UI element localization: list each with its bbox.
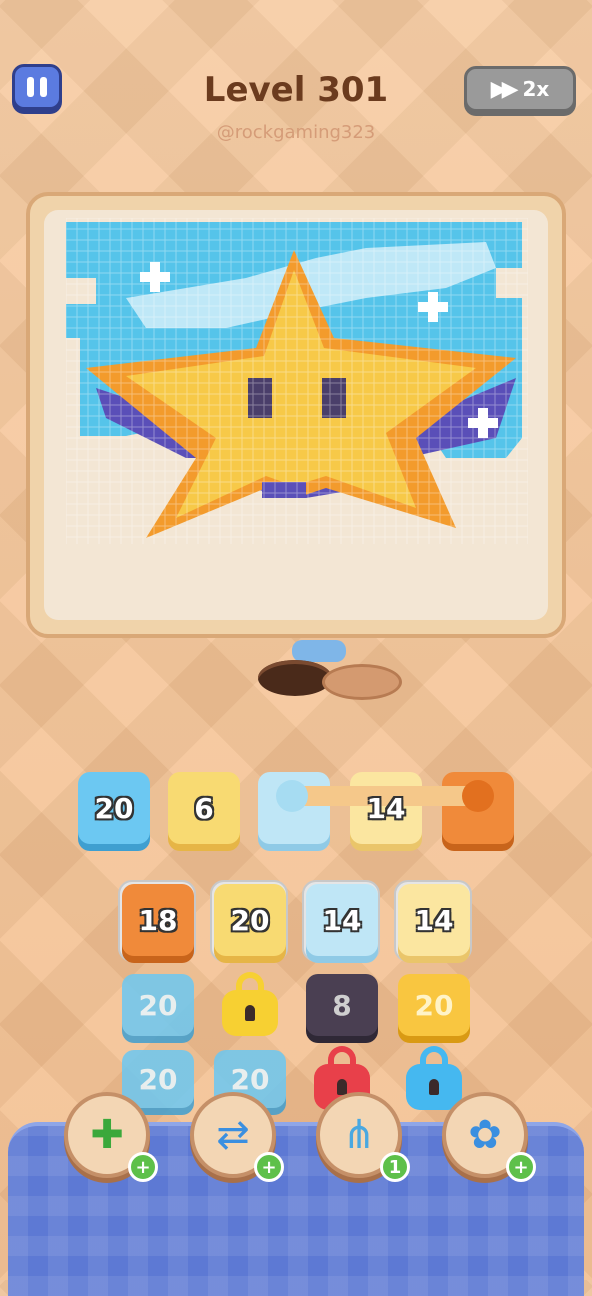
grid-tile-r2c3[interactable]: 8 bbox=[306, 974, 378, 1036]
speed-toggle-button[interactable]: ▶▶ 2x bbox=[464, 66, 576, 112]
connector-knob-right bbox=[462, 780, 494, 812]
queue-tile-4-label: 14 bbox=[366, 791, 406, 825]
fast-forward-icon: ▶▶ bbox=[490, 76, 519, 102]
blue-lock-icon bbox=[406, 1046, 462, 1110]
shuffle-plus-badge: + bbox=[254, 1152, 284, 1182]
grid-tile-r2c1[interactable]: 20 bbox=[122, 974, 194, 1036]
crab-mascot bbox=[292, 640, 346, 662]
queue-tile-1[interactable]: 20 bbox=[78, 772, 150, 844]
pixel-star-artwork bbox=[66, 218, 528, 544]
username-watermark: @rockgaming323 bbox=[216, 122, 376, 143]
grid-tile-r1c3[interactable]: 14 bbox=[306, 884, 378, 956]
yellow-lock-icon bbox=[222, 972, 278, 1036]
claw-magnet-icon: ⋔ bbox=[342, 1112, 376, 1158]
flower-gear-icon: ✿ bbox=[468, 1112, 502, 1158]
grid-tile-r3c1[interactable]: 20 bbox=[122, 1050, 194, 1108]
grid-tile-r1c1[interactable]: 18 bbox=[122, 884, 194, 956]
connector-knob-left bbox=[276, 780, 308, 812]
grid-tile-r1c4[interactable]: 14 bbox=[398, 884, 470, 956]
grid-tile-r1c2[interactable]: 20 bbox=[214, 884, 286, 956]
grid-tile-r2c4[interactable]: 20 bbox=[398, 974, 470, 1036]
exit-hole bbox=[258, 660, 332, 696]
add-box-icon: ✚ bbox=[90, 1112, 124, 1158]
flower-plus-badge: + bbox=[506, 1152, 536, 1182]
queue-tile-2[interactable]: 6 bbox=[168, 772, 240, 844]
speed-label: 2x bbox=[522, 77, 550, 101]
claw-count-badge: 1 bbox=[380, 1152, 410, 1182]
add-box-plus-badge: + bbox=[128, 1152, 158, 1182]
shuffle-arrows-icon: ⇄ bbox=[216, 1112, 250, 1158]
hole-lid bbox=[322, 664, 402, 700]
